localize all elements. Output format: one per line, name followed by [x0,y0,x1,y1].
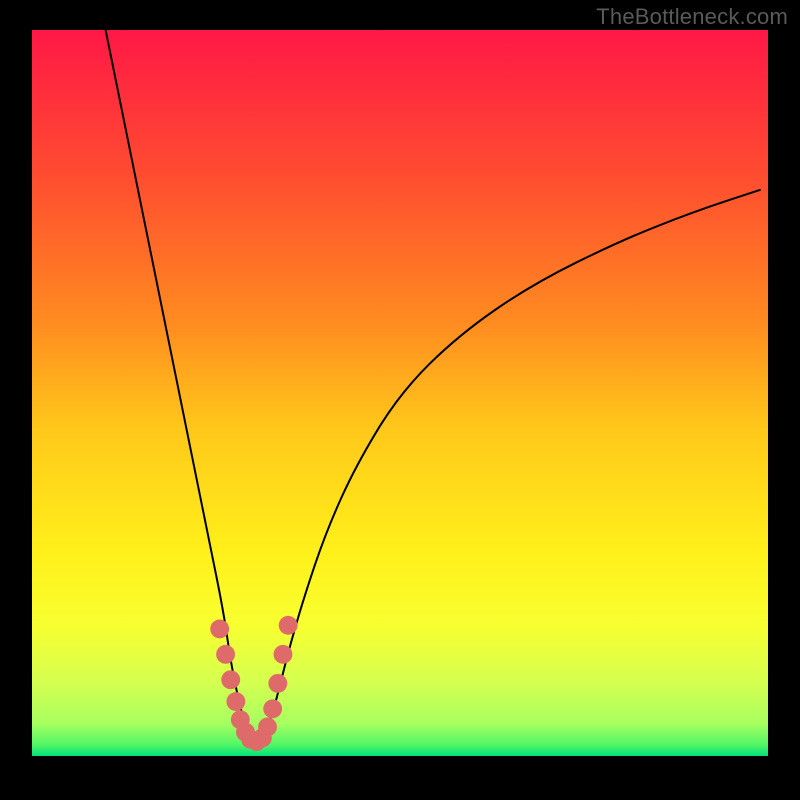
bottom-marker-dot [210,620,229,639]
bottom-marker-dot [274,645,293,664]
bottleneck-chart [32,30,768,756]
bottom-marker-dot [221,670,240,689]
bottom-marker-dot [279,616,298,635]
bottom-marker-dot [268,674,287,693]
bottom-marker-dot [216,645,235,664]
bottom-marker-dot [258,718,277,737]
gradient-background [32,30,768,756]
bottom-marker-dot [263,699,282,718]
watermark-label: TheBottleneck.com [596,4,788,30]
plot-area [32,30,768,756]
bottom-marker-dot [226,692,245,711]
